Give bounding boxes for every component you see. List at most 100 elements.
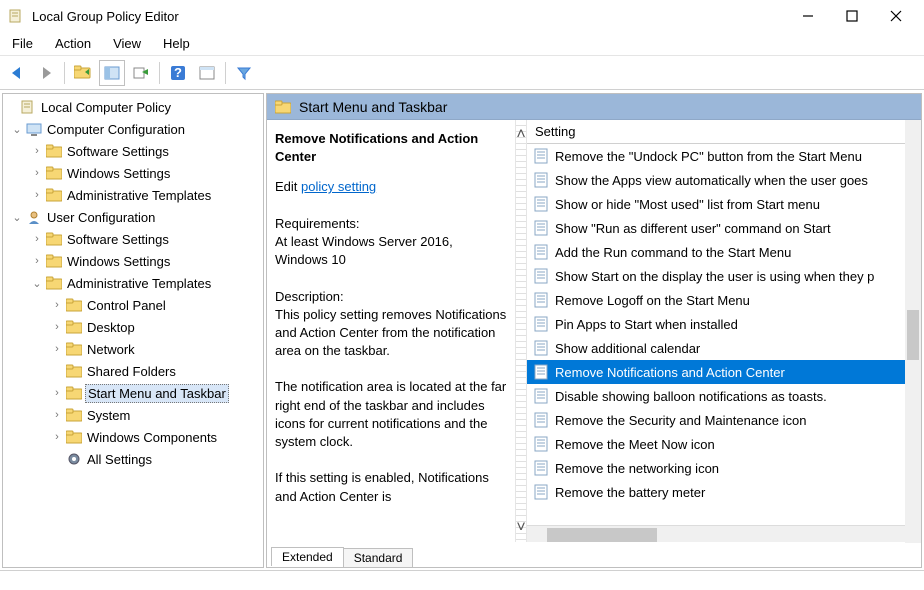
scroll-icon: [20, 99, 36, 115]
policy-icon: [533, 388, 549, 404]
tree-cc-software[interactable]: Software Settings: [65, 143, 171, 160]
up-button[interactable]: [70, 60, 96, 86]
tree-desktop[interactable]: Desktop: [85, 319, 137, 336]
folder-icon: [46, 165, 62, 181]
folder-icon: [66, 363, 82, 379]
setting-item[interactable]: Remove the Meet Now icon: [527, 432, 921, 456]
edit-policy-link[interactable]: policy setting: [301, 179, 376, 194]
maximize-button[interactable]: [832, 2, 872, 30]
tree-shared-folders[interactable]: Shared Folders: [85, 363, 178, 380]
menu-help[interactable]: Help: [163, 36, 190, 51]
setting-item[interactable]: Remove the battery meter: [527, 480, 921, 504]
folder-icon: [46, 275, 62, 291]
tree-control-panel[interactable]: Control Panel: [85, 297, 168, 314]
help-button[interactable]: ?: [165, 60, 191, 86]
collapse-icon[interactable]: ⌄: [11, 123, 23, 136]
setting-label: Remove the Meet Now icon: [555, 437, 715, 452]
setting-item[interactable]: Remove the networking icon: [527, 456, 921, 480]
export-button[interactable]: [128, 60, 154, 86]
forward-button[interactable]: [33, 60, 59, 86]
tree-uc-software[interactable]: Software Settings: [65, 231, 171, 248]
tree-cc-admin[interactable]: Administrative Templates: [65, 187, 213, 204]
setting-item[interactable]: Remove the Security and Maintenance icon: [527, 408, 921, 432]
folder-icon: [46, 231, 62, 247]
console-tree[interactable]: Local Computer Policy ⌄ Computer Configur…: [2, 93, 264, 568]
menu-action[interactable]: Action: [55, 36, 91, 51]
tree-start-menu-taskbar[interactable]: Start Menu and Taskbar: [85, 384, 229, 403]
tree-windows-components[interactable]: Windows Components: [85, 429, 219, 446]
scroll-up-icon[interactable]: ˄: [516, 126, 525, 144]
collapse-icon[interactable]: ⌄: [31, 277, 43, 290]
expand-icon[interactable]: ›: [51, 387, 63, 399]
minimize-button[interactable]: [788, 2, 828, 30]
settings-icon: [66, 451, 82, 467]
scrollbar-thumb[interactable]: [907, 310, 919, 360]
computer-icon: [26, 121, 42, 137]
expand-icon[interactable]: ›: [31, 255, 43, 267]
setting-item[interactable]: Show Start on the display the user is us…: [527, 264, 921, 288]
expand-icon[interactable]: ›: [51, 431, 63, 443]
expand-icon[interactable]: ›: [51, 321, 63, 333]
setting-item[interactable]: Remove the "Undock PC" button from the S…: [527, 144, 921, 168]
setting-label: Add the Run command to the Start Menu: [555, 245, 791, 260]
properties-button[interactable]: [194, 60, 220, 86]
menu-file[interactable]: File: [12, 36, 33, 51]
setting-label: Remove the networking icon: [555, 461, 719, 476]
expand-icon[interactable]: ›: [31, 145, 43, 157]
separator: [64, 62, 65, 84]
back-button[interactable]: [4, 60, 30, 86]
tree-system[interactable]: System: [85, 407, 132, 424]
tree-network[interactable]: Network: [85, 341, 137, 358]
setting-label: Remove the Security and Maintenance icon: [555, 413, 806, 428]
filter-button[interactable]: [231, 60, 257, 86]
tree-computer-config[interactable]: Computer Configuration: [45, 121, 187, 138]
setting-label: Show additional calendar: [555, 341, 700, 356]
close-button[interactable]: [876, 2, 916, 30]
scroll-down-icon[interactable]: ˅: [516, 519, 525, 537]
scrollbar-thumb[interactable]: [547, 528, 657, 542]
column-header-setting[interactable]: Setting: [527, 120, 921, 144]
settings-list: Setting Remove the "Undock PC" button fr…: [527, 120, 921, 543]
setting-label: Remove the "Undock PC" button from the S…: [555, 149, 862, 164]
expand-icon[interactable]: ›: [51, 343, 63, 355]
user-icon: [26, 209, 42, 225]
setting-item[interactable]: Add the Run command to the Start Menu: [527, 240, 921, 264]
vertical-scrollbar[interactable]: [905, 120, 921, 543]
setting-item[interactable]: Remove Logoff on the Start Menu: [527, 288, 921, 312]
folder-icon: [66, 385, 82, 401]
splitter[interactable]: ˄ ˅: [515, 120, 527, 543]
folder-icon: [46, 253, 62, 269]
setting-item[interactable]: Pin Apps to Start when installed: [527, 312, 921, 336]
tree-user-config[interactable]: User Configuration: [45, 209, 157, 226]
setting-label: Show the Apps view automatically when th…: [555, 173, 868, 188]
setting-item[interactable]: Show additional calendar: [527, 336, 921, 360]
expand-icon[interactable]: ›: [31, 189, 43, 201]
policy-icon: [533, 268, 549, 284]
tree-uc-windows[interactable]: Windows Settings: [65, 253, 172, 270]
setting-item[interactable]: Remove Notifications and Action Center: [527, 360, 921, 384]
expand-icon[interactable]: ›: [51, 299, 63, 311]
setting-item[interactable]: Show "Run as different user" command on …: [527, 216, 921, 240]
expand-icon[interactable]: ›: [51, 409, 63, 421]
horizontal-scrollbar[interactable]: [527, 525, 921, 543]
tab-standard[interactable]: Standard: [343, 548, 414, 567]
show-hide-tree-button[interactable]: [99, 60, 125, 86]
setting-item[interactable]: Show the Apps view automatically when th…: [527, 168, 921, 192]
tree-uc-admin[interactable]: Administrative Templates: [65, 275, 213, 292]
setting-title: Remove Notifications and Action Center: [275, 130, 507, 166]
tab-extended[interactable]: Extended: [271, 547, 344, 566]
edit-prefix: Edit: [275, 179, 301, 194]
policy-icon: [533, 148, 549, 164]
setting-item[interactable]: Show or hide "Most used" list from Start…: [527, 192, 921, 216]
setting-item[interactable]: Disable showing balloon notifications as…: [527, 384, 921, 408]
folder-icon: [46, 143, 62, 159]
expand-icon[interactable]: ›: [31, 167, 43, 179]
tree-all-settings[interactable]: All Settings: [85, 451, 154, 468]
policy-icon: [533, 364, 549, 380]
requirements-text: At least Windows Server 2016, Windows 10: [275, 233, 507, 269]
collapse-icon[interactable]: ⌄: [11, 211, 23, 224]
expand-icon[interactable]: ›: [31, 233, 43, 245]
menu-view[interactable]: View: [113, 36, 141, 51]
tree-cc-windows[interactable]: Windows Settings: [65, 165, 172, 182]
tree-root[interactable]: Local Computer Policy: [39, 99, 173, 116]
